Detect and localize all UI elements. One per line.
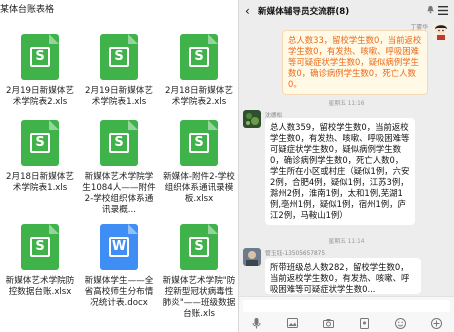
file-badge: S [30,133,50,153]
excel-icon: S [180,34,218,80]
plus-icon[interactable] [429,316,443,330]
page-fold-icon [208,120,218,130]
excel-icon: S [21,34,59,80]
file-item[interactable]: W 新媒体学生——全省高校师生分布情况统计表.docx [81,224,157,309]
redpacket-icon[interactable] [357,316,371,330]
excel-icon: S [21,120,59,166]
file-manager-pane: 某体台账表格 S 2月19日新媒体艺术学院表2.xls S 2月19日新媒体艺术学院表… [0,0,239,332]
word-icon: W [100,224,138,270]
folder-title: 某体台账表格 [0,5,55,15]
file-badge: S [30,237,50,257]
file-item[interactable]: S 新媒体艺术学院"防控新型冠状病毒性肺炎"——班级数据台账.xls [161,224,237,320]
page-fold-icon [128,120,138,130]
emoji-icon[interactable] [393,316,407,330]
timestamp: 星期五 11:16 [328,101,365,107]
file-name: 2月19日新媒体艺术学院表2.xls [6,86,74,107]
file-item[interactable]: S 新媒体艺术学院学生1084人——附件2-学校组织体系通讯录概... [81,120,157,216]
excel-icon: S [21,224,59,270]
file-name: 2月19日新媒体艺术学院表1.xls [85,86,153,107]
camera-icon[interactable] [322,316,336,330]
chat-toolbar [239,315,454,331]
file-item[interactable]: S 2月19日新媒体艺术学院表1.xls [81,34,157,108]
file-badge: S [189,237,209,257]
file-name: 新媒体学生——全省高校师生分布情况统计表.docx [84,276,154,308]
file-item[interactable]: S 2月18日新媒体艺术学院表1.xls [2,120,78,194]
file-name: 2月18日新媒体艺术学院表1.xls [6,172,74,193]
chat-pane: ‹ 新媒体辅导员交流群(8) 丁雾华 总人数33，留校学生数0，当前返校学生数0… [239,0,454,332]
file-name: 2月18日新媒体艺术学院表2.xls [165,86,233,107]
back-icon[interactable]: ‹ [245,4,255,18]
message-bubble[interactable]: 总人数359，留校学生数0，当前返校学生数0，有发热、咳嗽、呼吸困难等可疑症状学… [265,118,415,225]
page-fold-icon [208,224,218,234]
message-input[interactable] [243,300,450,312]
file-badge: S [30,47,50,67]
excel-icon: S [180,224,218,270]
message-row: 沈德松 总人数359，留校学生数0，当前返校学生数0，有发热、咳嗽、呼吸困难等可… [239,110,454,252]
chat-title: 新媒体辅导员交流群(8) [258,7,350,17]
chat-input-bar [239,296,454,332]
message-row: 管玉钰-13505657875 所带班级总人数282，留校学生数0，当前返校学生… [239,248,454,298]
screen: 某体台账表格 S 2月19日新媒体艺术学院表2.xls S 2月19日新媒体艺术学院表… [0,0,454,332]
message-bubble[interactable]: 所带班级总人数282，留校学生数0，当前返校学生数0，有发热、咳嗽、呼吸困难等可… [265,258,421,294]
file-item[interactable]: S 新媒体-附件2-学校组织体系通讯录模板.xlsx [161,120,237,205]
page-fold-icon [49,224,59,234]
excel-icon: S [100,34,138,80]
bell-icon[interactable] [424,5,436,17]
page-fold-icon [49,34,59,44]
file-badge: W [109,237,129,257]
message-row: 丁雾华 总人数33，留校学生数0，当前返校学生数0，有发热、咳嗽、呼吸困难等可疑… [239,22,454,95]
timestamp: 星期五 11:14 [328,239,365,245]
file-item[interactable]: S 新媒体艺术学院防控数据台账.xlsx [2,224,78,298]
avatar[interactable] [243,248,261,266]
page-fold-icon [128,34,138,44]
file-badge: S [189,47,209,67]
avatar[interactable] [243,110,261,128]
file-item[interactable]: S 2月18日新媒体艺术学院表2.xls [161,34,237,108]
file-name: 新媒体艺术学院防控数据台账.xlsx [5,276,75,297]
menu-icon[interactable] [436,5,448,18]
file-manager-header: 某体台账表格 [0,0,238,17]
page-fold-icon [49,120,59,130]
mic-icon[interactable] [250,316,264,330]
page-fold-icon [208,34,218,44]
file-name: 新媒体艺术学院学生1084人——附件2-学校组织体系通讯录概... [82,172,156,215]
sender-name: 管玉钰-13505657875 [265,251,326,257]
image-icon[interactable] [286,316,300,330]
file-badge: S [189,133,209,153]
file-badge: S [109,133,129,153]
file-name: 新媒体-附件2-学校组织体系通讯录模板.xlsx [163,172,235,204]
page-fold-icon [128,224,138,234]
file-badge: S [109,47,129,67]
excel-icon: S [100,120,138,166]
avatar[interactable] [432,22,450,40]
chat-header: ‹ 新媒体辅导员交流群(8) [239,0,454,22]
file-item[interactable]: S 2月19日新媒体艺术学院表2.xls [2,34,78,108]
message-bubble[interactable]: 总人数33，留校学生数0，当前返校学生数0，有发热、咳嗽、呼吸困难等可疑症状学生… [282,30,428,95]
file-name: 新媒体艺术学院"防控新型冠状病毒性肺炎"——班级数据台账.xls [162,276,236,319]
excel-icon: S [180,120,218,166]
